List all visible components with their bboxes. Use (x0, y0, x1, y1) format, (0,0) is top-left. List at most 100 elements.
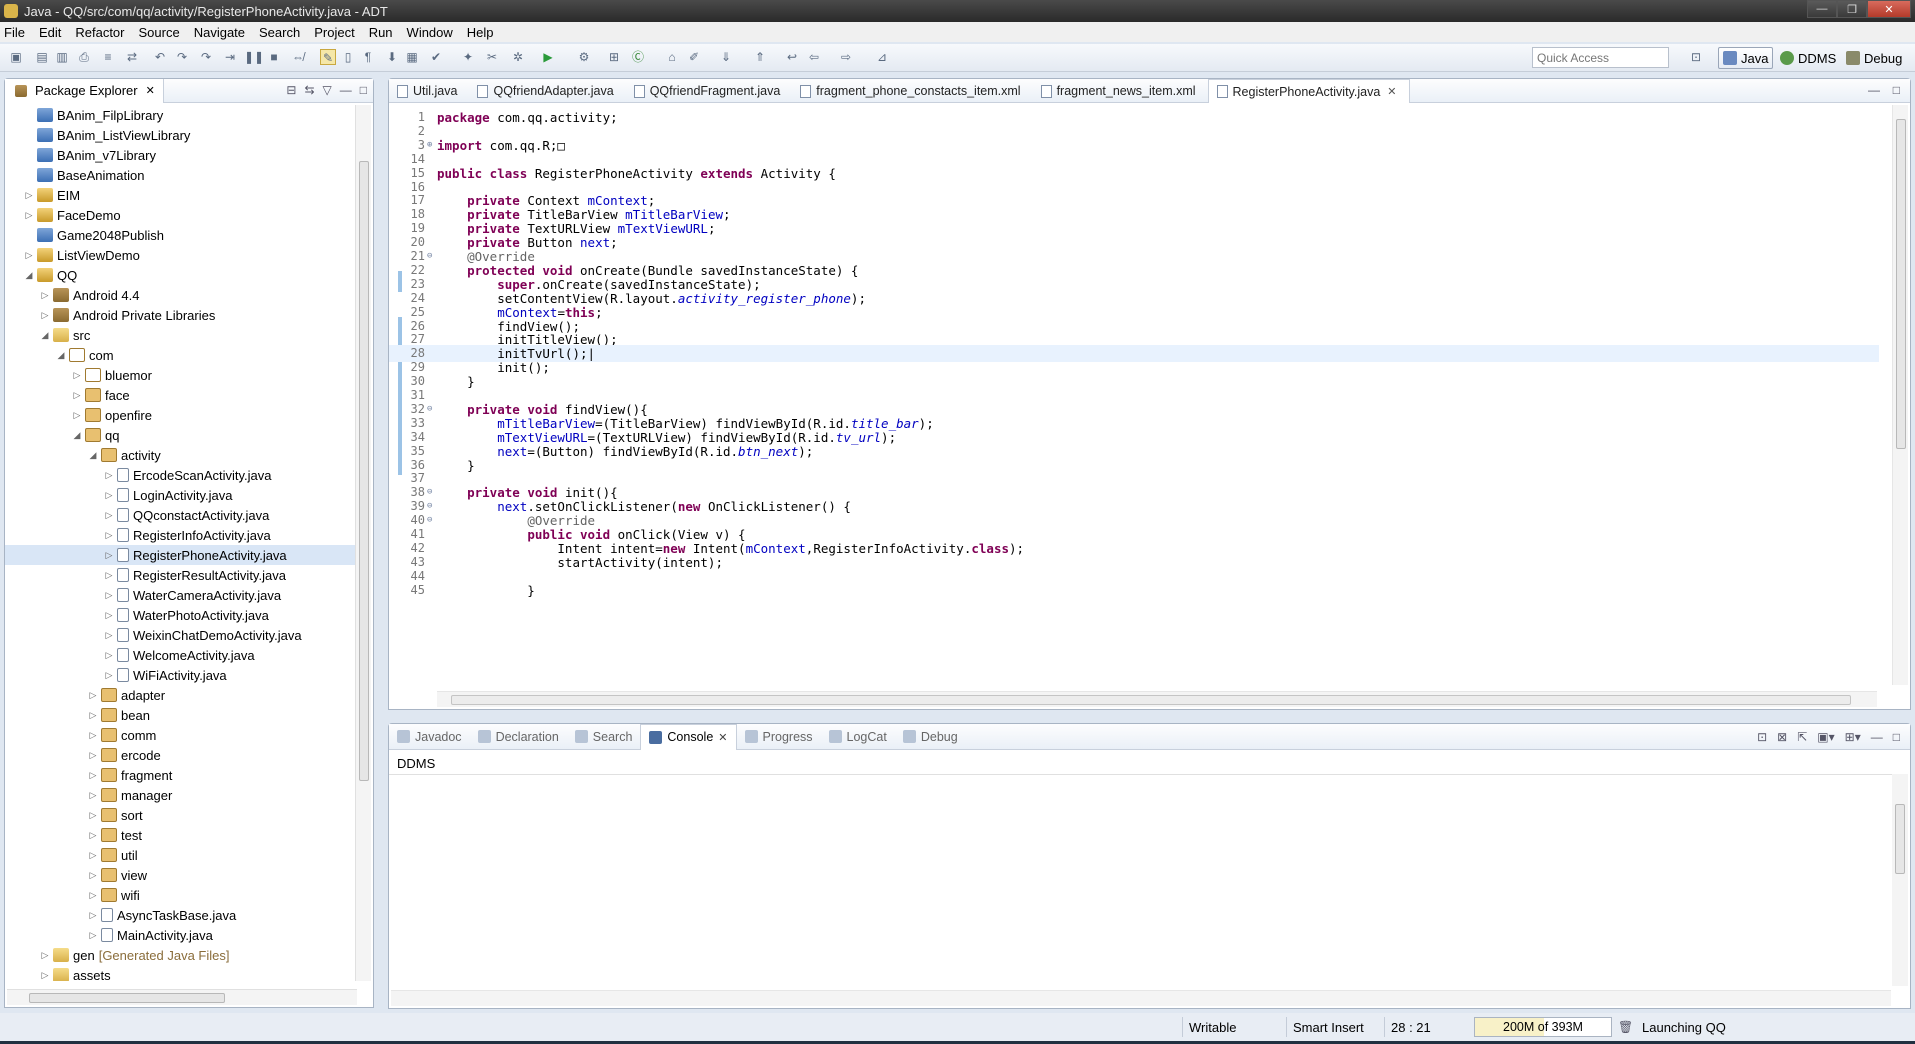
perspective-ddms[interactable]: DDMS (1776, 47, 1840, 69)
tree-item[interactable]: ▷ gen [Generated Java Files] (5, 945, 357, 965)
tree-item[interactable]: ▷ test (5, 825, 357, 845)
mark-occurrences-icon[interactable]: ✎ (320, 49, 336, 65)
collapsed-arrow-icon[interactable]: ▷ (103, 590, 115, 601)
open-perspective-icon[interactable]: ⊡ (1688, 49, 1704, 65)
view-menu-icon[interactable]: ▽ (323, 83, 332, 97)
next-annotation-icon[interactable]: ⇓ (718, 49, 734, 65)
tree-item[interactable]: BAnim_ListViewLibrary (5, 125, 357, 145)
search-tool-icon[interactable]: ✐ (686, 49, 702, 65)
lint-icon[interactable]: ✔ (428, 49, 444, 65)
menu-refactor[interactable]: Refactor (75, 25, 124, 40)
tree-item[interactable]: ▷ LoginActivity.java (5, 485, 357, 505)
menu-run[interactable]: Run (369, 25, 393, 40)
avd-manager-icon[interactable]: ▦ (404, 49, 420, 65)
disconnect-icon[interactable]: ⇎ (290, 49, 306, 65)
save-icon[interactable]: ▤ (34, 49, 50, 65)
tree-item[interactable]: ▷ WeixinChatDemoActivity.java (5, 625, 357, 645)
tree-item[interactable]: ▷ fragment (5, 765, 357, 785)
scroll-thumb[interactable] (451, 695, 1851, 705)
new-icon[interactable]: ▣ (8, 49, 24, 65)
editor-tab[interactable]: fragment_phone_constacts_item.xml (792, 79, 1032, 103)
collapsed-arrow-icon[interactable]: ▷ (103, 670, 115, 681)
console-horizontal-scrollbar[interactable] (391, 990, 1891, 1006)
close-icon[interactable]: ✕ (718, 731, 727, 744)
minimize-view-icon[interactable]: — (340, 83, 352, 97)
tree-item[interactable]: ▷ comm (5, 725, 357, 745)
package-explorer-horizontal-scrollbar[interactable] (7, 989, 357, 1005)
tree-item[interactable]: BaseAnimation (5, 165, 357, 185)
tree-item[interactable]: ▷ openfire (5, 405, 357, 425)
console-vertical-scrollbar[interactable] (1892, 774, 1908, 986)
collapsed-arrow-icon[interactable]: ▷ (71, 390, 83, 401)
collapsed-arrow-icon[interactable]: ▷ (103, 570, 115, 581)
external-tools-icon[interactable]: ⚙ (576, 49, 592, 65)
close-icon[interactable]: ✕ (146, 84, 155, 97)
undo-icon[interactable]: ↶ (152, 49, 168, 65)
expanded-arrow-icon[interactable]: ◢ (55, 350, 67, 361)
editor-tab[interactable]: QQfriendFragment.java (626, 79, 793, 103)
collapsed-arrow-icon[interactable]: ▷ (87, 730, 99, 741)
open-console-icon[interactable]: ⊞▾ (1845, 730, 1861, 744)
format-icon[interactable]: ⇄ (124, 49, 140, 65)
tree-item[interactable]: ▷ FaceDemo (5, 205, 357, 225)
tree-item[interactable]: ◢ qq (5, 425, 357, 445)
collapsed-arrow-icon[interactable]: ▷ (87, 690, 99, 701)
menu-file[interactable]: File (4, 25, 25, 40)
tree-item[interactable]: ◢ activity (5, 445, 357, 465)
collapsed-arrow-icon[interactable]: ▷ (103, 650, 115, 661)
menu-edit[interactable]: Edit (39, 25, 61, 40)
bottom-tab-progress[interactable]: Progress (737, 724, 821, 750)
console-output[interactable] (389, 774, 1894, 986)
collapsed-arrow-icon[interactable]: ▷ (39, 970, 51, 981)
tree-item[interactable]: ▷ WelcomeActivity.java (5, 645, 357, 665)
tree-item[interactable]: ▷ MainActivity.java (5, 925, 357, 945)
collapsed-arrow-icon[interactable]: ▷ (87, 710, 99, 721)
show-whitespace-icon[interactable]: ¶ (360, 49, 376, 65)
collapsed-arrow-icon[interactable]: ▷ (87, 770, 99, 781)
tree-item[interactable]: ▷ sort (5, 805, 357, 825)
tree-item[interactable]: ▷ util (5, 845, 357, 865)
code-editor[interactable]: 1 package com.qq.activity; 2 3 ⊕ import com.q… (389, 105, 1879, 685)
editor-tab[interactable]: Util.java (389, 79, 469, 103)
collapsed-arrow-icon[interactable]: ▷ (87, 930, 99, 941)
collapsed-arrow-icon[interactable]: ▷ (103, 530, 115, 541)
display-console-icon[interactable]: ▣▾ (1817, 730, 1834, 744)
tree-item[interactable]: ▷ assets (5, 965, 357, 981)
tree-item[interactable]: ▷ Android 4.4 (5, 285, 357, 305)
maximize-view-icon[interactable]: □ (1893, 730, 1900, 744)
link-with-editor-icon[interactable]: ⇆ (304, 83, 314, 97)
tree-item[interactable]: ▷ face (5, 385, 357, 405)
tree-item[interactable]: BAnim_FilpLibrary (5, 105, 357, 125)
save-all-icon[interactable]: ▥ (54, 49, 70, 65)
collapsed-arrow-icon[interactable]: ▷ (23, 190, 35, 201)
tree-item[interactable]: ◢ com (5, 345, 357, 365)
collapse-all-icon[interactable]: ⊟ (286, 83, 296, 97)
new-class-icon[interactable]: Ⓒ (630, 49, 646, 65)
new-java-package-icon[interactable]: ⊞ (606, 49, 622, 65)
collapsed-arrow-icon[interactable]: ▷ (39, 290, 51, 301)
perspective-debug[interactable]: Debug (1842, 47, 1906, 69)
scroll-thumb[interactable] (359, 161, 369, 781)
collapsed-arrow-icon[interactable]: ▷ (87, 810, 99, 821)
tree-item[interactable]: ▷ wifi (5, 885, 357, 905)
redo-arrow-icon[interactable]: ↷ (198, 49, 214, 65)
build-icon[interactable]: ≡ (100, 49, 116, 65)
debug-icon[interactable]: ✲ (510, 49, 526, 65)
collapsed-arrow-icon[interactable]: ▷ (103, 550, 115, 561)
suspend-icon[interactable]: ❚❚ (244, 49, 264, 65)
tree-item[interactable]: ▷ QQconstactActivity.java (5, 505, 357, 525)
collapsed-arrow-icon[interactable]: ▷ (71, 370, 83, 381)
bottom-tab-logcat[interactable]: LogCat (821, 724, 895, 750)
close-button[interactable]: ✕ (1867, 0, 1911, 18)
terminate-icon[interactable]: ■ (266, 49, 282, 65)
tree-item[interactable]: ▷ adapter (5, 685, 357, 705)
expanded-arrow-icon[interactable]: ◢ (87, 450, 99, 461)
heap-status[interactable]: 200M of 393M (1474, 1017, 1612, 1037)
tree-item[interactable]: ▷ AsyncTaskBase.java (5, 905, 357, 925)
menu-source[interactable]: Source (139, 25, 180, 40)
collapsed-arrow-icon[interactable]: ▷ (87, 850, 99, 861)
scroll-lock-icon[interactable]: ⊠ (1777, 730, 1787, 744)
tree-item[interactable]: BAnim_v7Library (5, 145, 357, 165)
tree-item[interactable]: ▷ WiFiActivity.java (5, 665, 357, 685)
tree-item[interactable]: ▷ manager (5, 785, 357, 805)
